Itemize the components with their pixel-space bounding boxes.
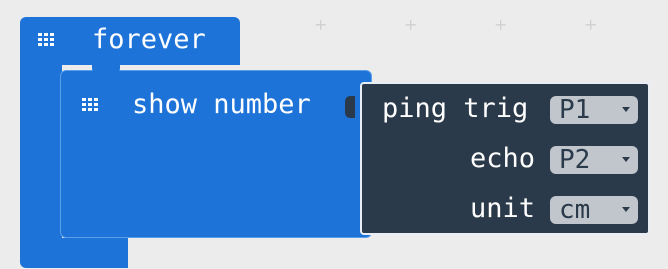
grid-icon (38, 33, 56, 49)
grid-marker: + (584, 15, 598, 34)
grid-icon (82, 98, 100, 114)
dropdown-arrow-icon (622, 157, 630, 162)
echo-label: echo (470, 143, 536, 174)
unit-dropdown[interactable]: cm (550, 196, 638, 224)
trig-pin-dropdown[interactable]: P1 (550, 96, 638, 124)
grid-marker: + (404, 15, 418, 34)
ping-trig-label: ping trig (382, 93, 529, 124)
dropdown-arrow-icon (622, 107, 630, 112)
ping-block[interactable]: ping trig P1 echo P2 unit cm (360, 82, 650, 235)
echo-pin-value: P2 (559, 145, 591, 175)
trig-pin-value: P1 (559, 95, 591, 125)
forever-block-foot[interactable] (20, 238, 128, 268)
forever-block-arm[interactable] (20, 60, 62, 260)
unit-value: cm (559, 195, 591, 225)
show-number-notch (92, 64, 120, 74)
grid-marker: + (314, 15, 328, 34)
echo-pin-dropdown[interactable]: P2 (550, 146, 638, 174)
unit-label: unit (470, 193, 536, 224)
blocks-workspace[interactable]: + + + + forever show number ping trig P1… (0, 0, 668, 269)
forever-block-notch (76, 238, 102, 252)
input-connector (345, 96, 355, 118)
grid-marker: + (494, 15, 508, 34)
forever-label: forever (92, 24, 206, 55)
dropdown-arrow-icon (622, 207, 630, 212)
show-number-label: show number (132, 89, 311, 120)
